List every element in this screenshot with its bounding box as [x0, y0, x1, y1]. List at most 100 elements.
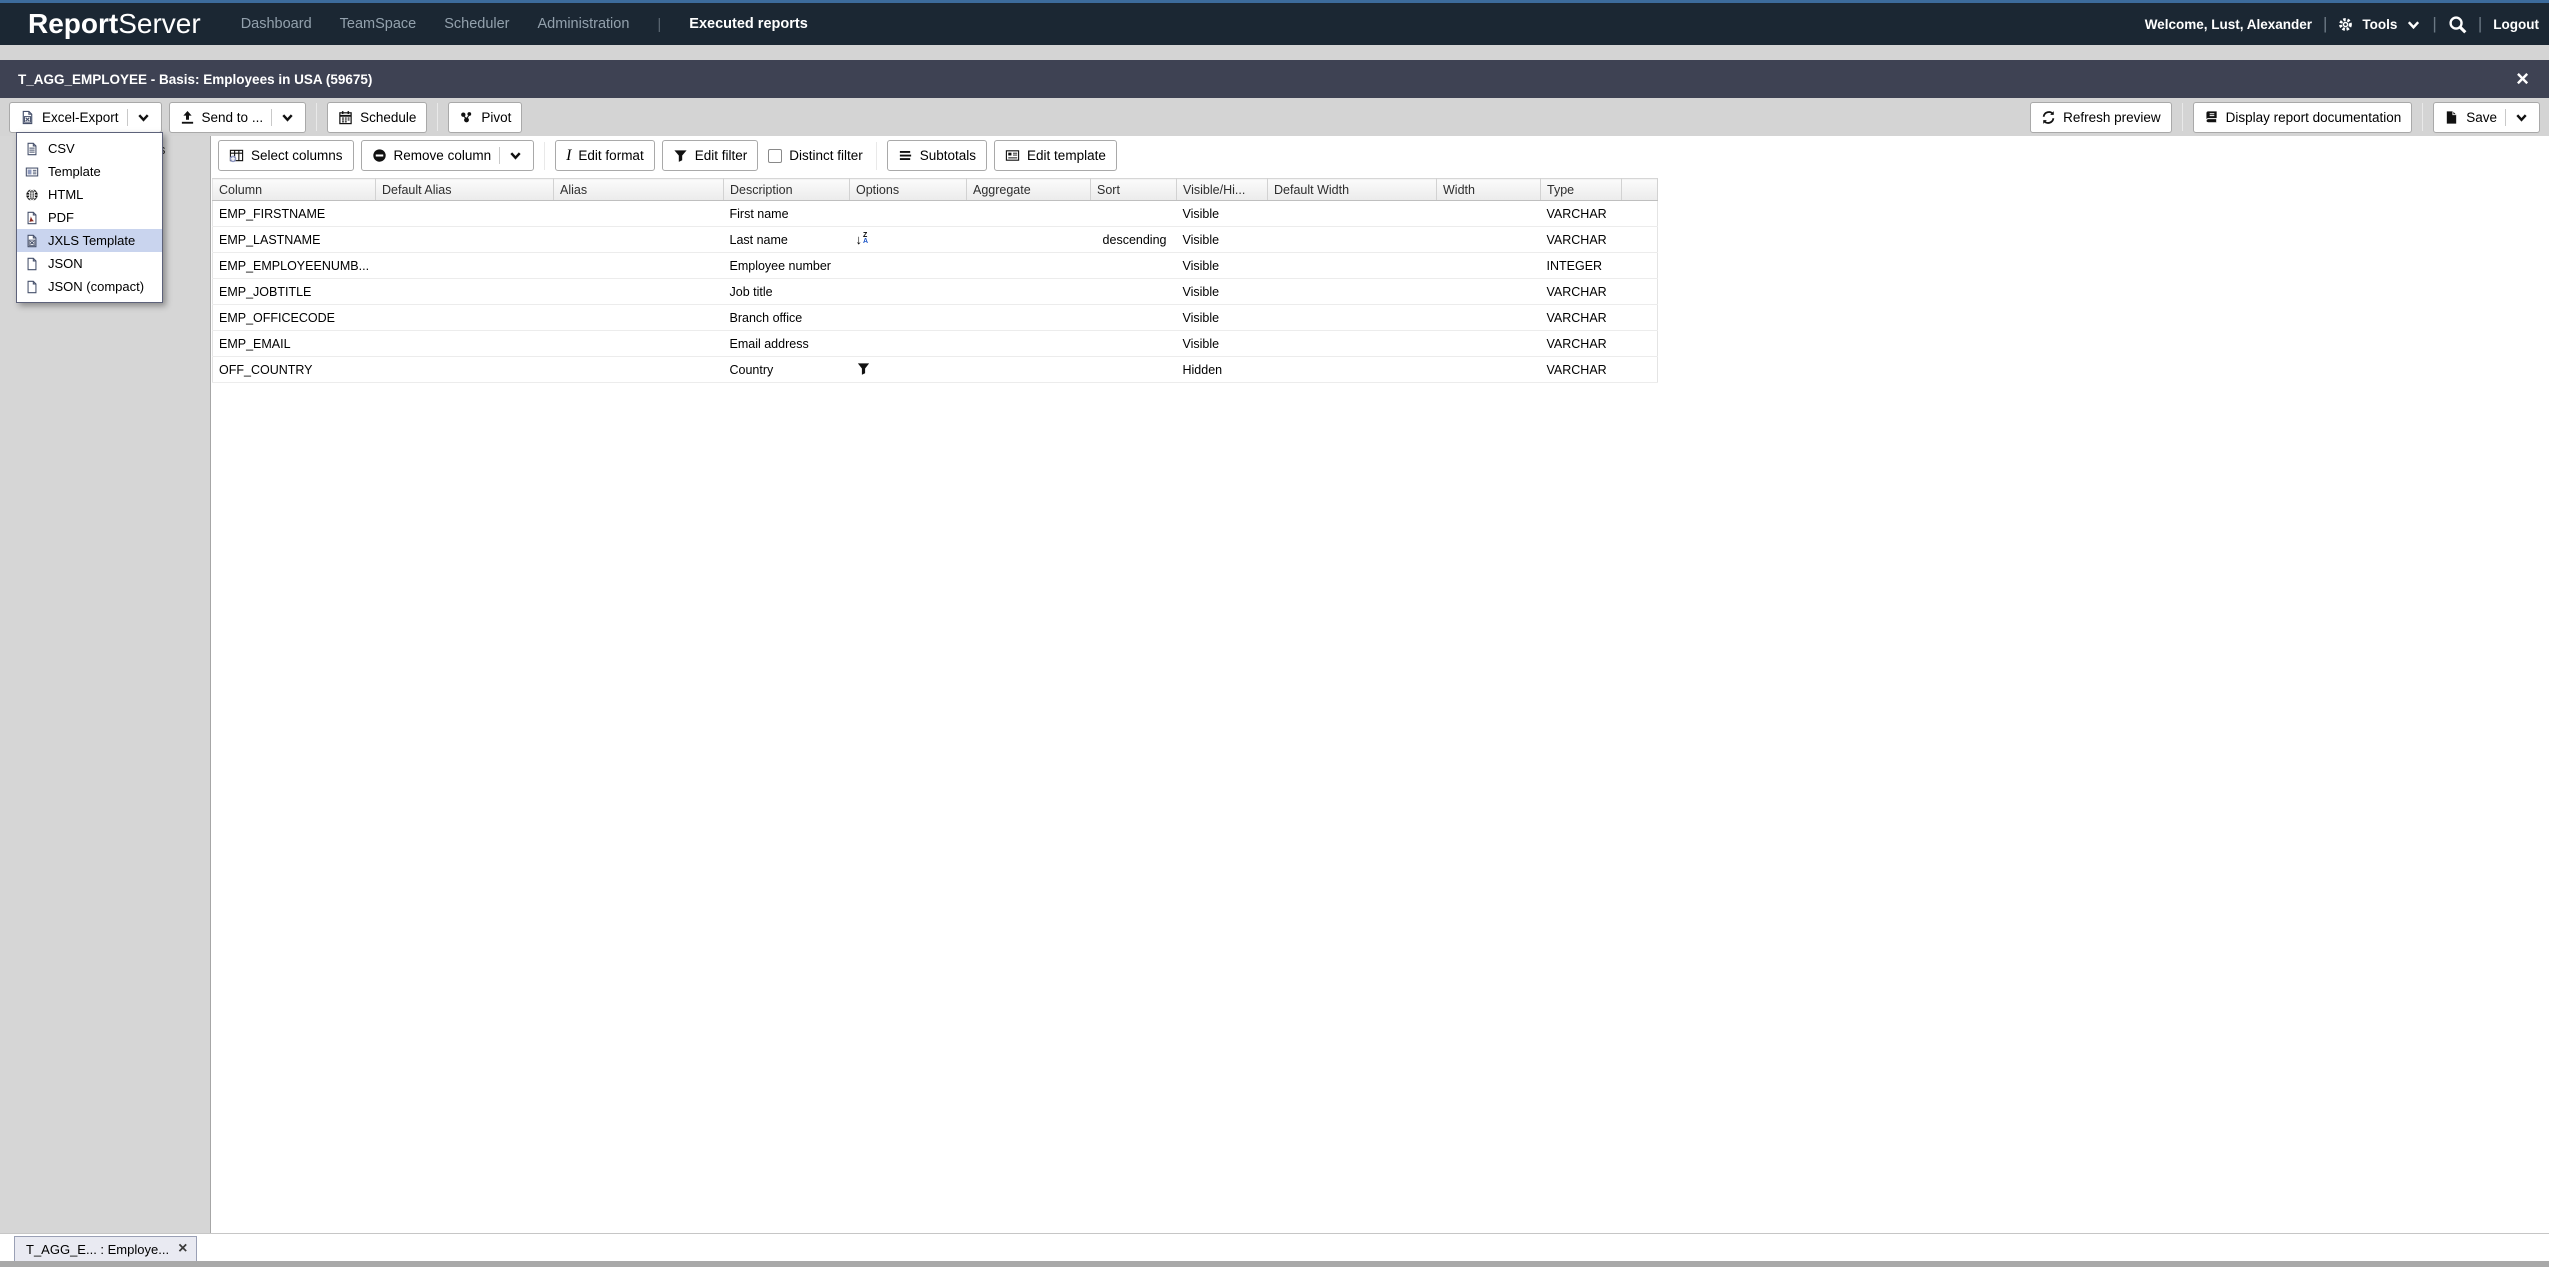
column-header-default-alias[interactable]: Default Alias — [376, 179, 554, 201]
cell-sort — [1091, 201, 1177, 227]
cell-aggregate — [967, 331, 1091, 357]
column-header-sort[interactable]: Sort — [1091, 179, 1177, 201]
tools-menu[interactable]: Tools — [2362, 17, 2397, 32]
excel-export-button[interactable]: Excel-Export — [9, 102, 162, 133]
nav-item-administration[interactable]: Administration — [538, 16, 630, 32]
chevron-down-icon[interactable] — [136, 110, 151, 125]
open-report-tab[interactable]: T_AGG_E... : Employe... × — [14, 1236, 197, 1262]
table-row-emp-firstname[interactable]: EMP_FIRSTNAMEFirst nameVisibleVARCHAR — [213, 201, 1658, 227]
edit-format-button[interactable]: I Edit format — [555, 140, 655, 171]
nav-item-teamspace[interactable]: TeamSpace — [340, 16, 417, 32]
export-menu-item-template[interactable]: Template — [17, 160, 162, 183]
nav-item-dashboard[interactable]: Dashboard — [241, 16, 312, 32]
close-report-icon[interactable]: × — [2516, 69, 2529, 89]
search-icon[interactable] — [2448, 15, 2467, 34]
cell-width — [1437, 279, 1541, 305]
cell-default_alias — [376, 227, 554, 253]
column-header-aggregate[interactable]: Aggregate — [967, 179, 1091, 201]
remove-column-button[interactable]: Remove column — [361, 140, 535, 171]
column-header-alias[interactable]: Alias — [554, 179, 724, 201]
pdf-file-icon — [25, 211, 39, 225]
filter-icon — [856, 361, 871, 376]
send-to-button[interactable]: Send to ... — [169, 102, 307, 133]
table-row-off-country[interactable]: OFF_COUNTRYCountryHiddenVARCHAR — [213, 357, 1658, 383]
book-icon — [2204, 110, 2219, 125]
select-columns-button[interactable]: Select columns — [218, 140, 354, 171]
cell-aggregate — [967, 305, 1091, 331]
cell-sort — [1091, 331, 1177, 357]
pivot-icon — [459, 110, 474, 125]
export-menu-item-pdf[interactable]: PDF — [17, 206, 162, 229]
pivot-label: Pivot — [481, 110, 511, 125]
cell-aggregate — [967, 253, 1091, 279]
display-documentation-button[interactable]: Display report documentation — [2193, 102, 2413, 133]
column-header-column[interactable]: Column — [213, 179, 376, 201]
cell-width — [1437, 201, 1541, 227]
cell-options: ↓ZA — [850, 227, 967, 253]
chevron-down-icon[interactable] — [2514, 110, 2529, 125]
menu-item-label: JSON — [48, 256, 83, 271]
schedule-button[interactable]: Schedule — [327, 102, 427, 133]
cell-description: First name — [724, 201, 850, 227]
column-header-width[interactable]: Width — [1437, 179, 1541, 201]
main-area: Columns Select columns Remove column I E… — [0, 136, 2549, 1233]
nav-item-executed-reports[interactable]: Executed reports — [689, 16, 807, 32]
export-menu-item-html[interactable]: HTML — [17, 183, 162, 206]
edit-template-button[interactable]: Edit template — [994, 140, 1117, 171]
table-row-emp-lastname[interactable]: EMP_LASTNAMELast name↓ZAdescendingVisibl… — [213, 227, 1658, 253]
table-row-emp-employeenumb[interactable]: EMP_EMPLOYEENUMB...Employee numberVisibl… — [213, 253, 1658, 279]
excel-file-icon — [25, 234, 39, 248]
cell-sort — [1091, 279, 1177, 305]
file-icon — [25, 280, 39, 294]
distinct-filter-toggle[interactable]: Distinct filter — [765, 148, 866, 163]
edit-filter-button[interactable]: Edit filter — [662, 140, 759, 171]
filter-funnel-icon — [673, 148, 688, 163]
logout-link[interactable]: Logout — [2493, 17, 2539, 32]
cell-default_alias — [376, 305, 554, 331]
subtotals-button[interactable]: Subtotals — [887, 140, 987, 171]
cell-options — [850, 253, 967, 279]
export-menu-item-jxls-template[interactable]: JXLS Template — [17, 229, 162, 252]
cell-default_width — [1268, 357, 1437, 383]
file-icon — [25, 257, 39, 271]
cell-options — [850, 279, 967, 305]
logo-bold: Report — [28, 8, 118, 39]
save-button[interactable]: Save — [2433, 102, 2540, 133]
toolbar-separator — [544, 142, 545, 170]
export-menu-item-json-compact[interactable]: JSON (compact) — [17, 275, 162, 298]
column-header-description[interactable]: Description — [724, 179, 850, 201]
table-row-emp-email[interactable]: EMP_EMAILEmail addressVisibleVARCHAR — [213, 331, 1658, 357]
reportserver-logo[interactable]: ReportServer — [28, 8, 201, 40]
save-label: Save — [2466, 110, 2497, 125]
toolbar-separator — [437, 103, 438, 131]
column-header-default-width[interactable]: Default Width — [1268, 179, 1437, 201]
table-row-emp-jobtitle[interactable]: EMP_JOBTITLEJob titleVisibleVARCHAR — [213, 279, 1658, 305]
cell-type: VARCHAR — [1541, 305, 1622, 331]
toolbar-separator — [2422, 103, 2423, 131]
pivot-button[interactable]: Pivot — [448, 102, 522, 133]
column-header-visible-hi[interactable]: Visible/Hi... — [1177, 179, 1268, 201]
cell-width — [1437, 357, 1541, 383]
refresh-preview-label: Refresh preview — [2063, 110, 2161, 125]
refresh-preview-button[interactable]: Refresh preview — [2030, 102, 2172, 133]
export-menu-item-json[interactable]: JSON — [17, 252, 162, 275]
template-icon — [25, 165, 39, 179]
nav-item-scheduler[interactable]: Scheduler — [444, 16, 509, 32]
chevron-down-icon[interactable] — [2406, 17, 2421, 32]
chevron-down-icon[interactable] — [508, 148, 523, 163]
chevron-down-icon[interactable] — [280, 110, 295, 125]
column-header-options[interactable]: Options — [850, 179, 967, 201]
cell-visible: Visible — [1177, 279, 1268, 305]
cell-type: VARCHAR — [1541, 357, 1622, 383]
report-titlebar: T_AGG_EMPLOYEE - Basis: Employees in USA… — [0, 60, 2549, 98]
table-row-emp-officecode[interactable]: EMP_OFFICECODEBranch officeVisibleVARCHA… — [213, 305, 1658, 331]
select-columns-label: Select columns — [251, 148, 343, 163]
distinct-filter-checkbox[interactable] — [768, 149, 782, 163]
send-to-label: Send to ... — [202, 110, 264, 125]
nav-menu: Dashboard TeamSpace Scheduler Administra… — [241, 16, 808, 33]
column-header-type[interactable]: Type — [1541, 179, 1622, 201]
remove-circle-icon — [372, 148, 387, 163]
tab-close-icon[interactable]: × — [178, 1242, 187, 1256]
export-menu-item-csv[interactable]: CSV — [17, 137, 162, 160]
bottom-taskbar: T_AGG_E... : Employe... × — [0, 1233, 2549, 1261]
